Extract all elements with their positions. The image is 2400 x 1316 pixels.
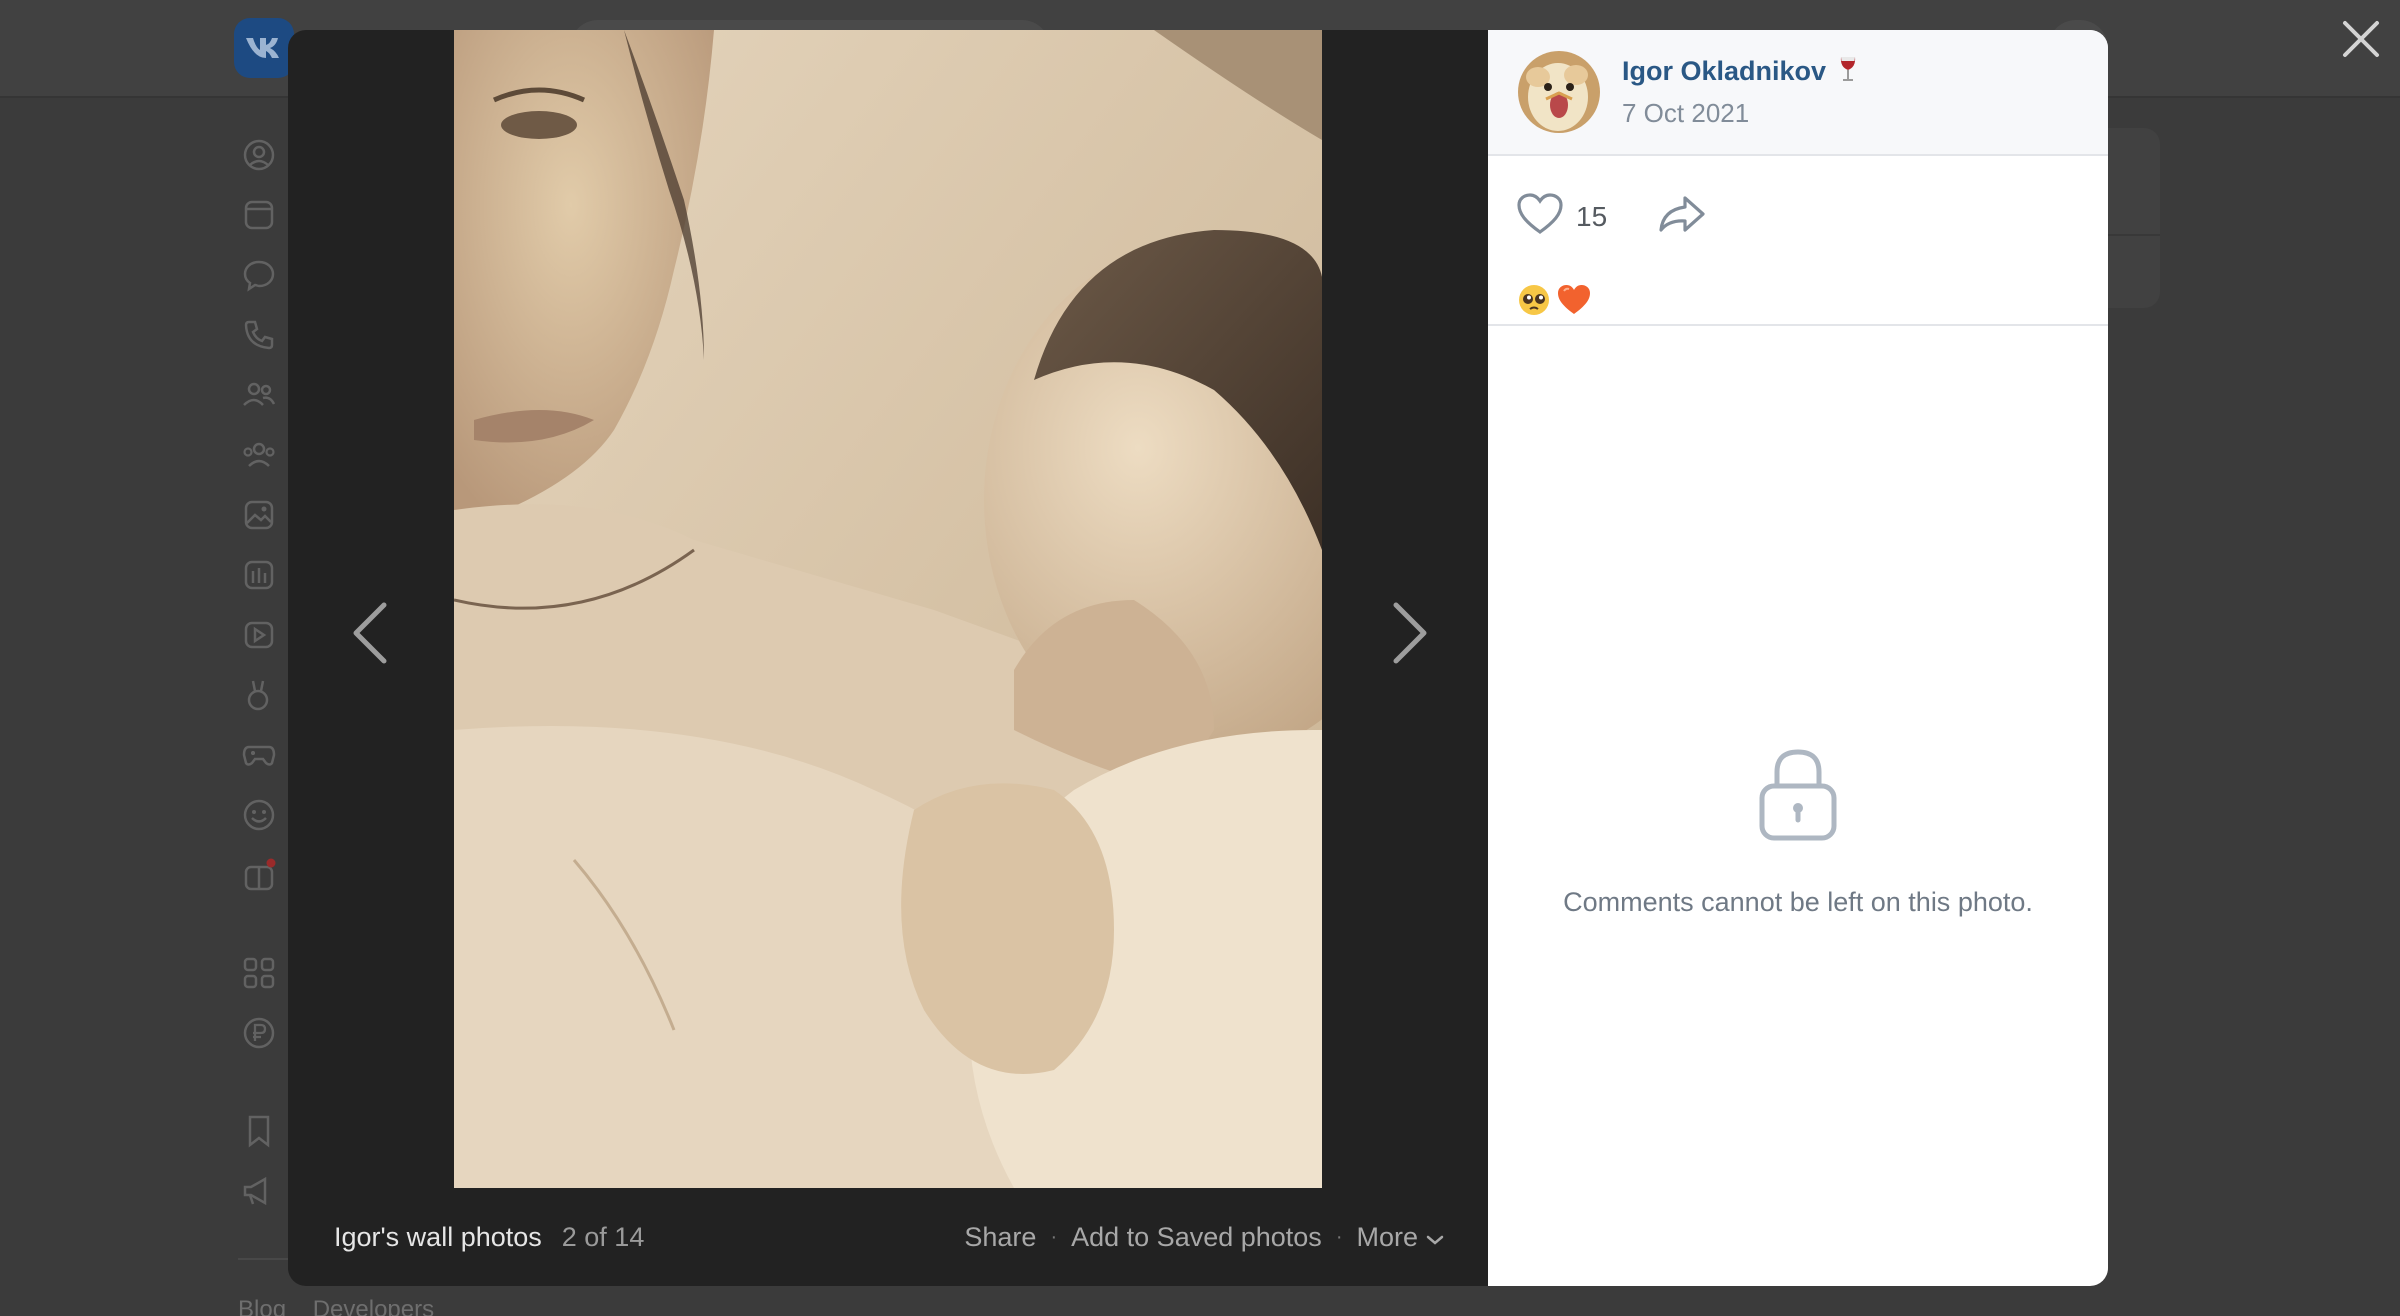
album-title[interactable]: Igor's wall photos [334,1222,542,1253]
photo-viewer: Igor's wall photos 2 of 14 Share · Add t… [288,30,1488,1286]
author-header: Igor Okladnikov 7 Oct 2021 [1488,30,2108,156]
like-button[interactable]: 15 [1516,192,1607,241]
author-info: Igor Okladnikov 7 Oct 2021 [1622,55,1858,129]
close-icon [2341,19,2381,64]
reaction-actions: 15 [1516,192,1707,241]
photos-icon[interactable] [240,496,278,534]
viewer-footer: Igor's wall photos 2 of 14 Share · Add t… [288,1188,1488,1286]
more-label: More [1356,1221,1418,1252]
author-avatar[interactable] [1518,51,1600,133]
services-icon[interactable] [240,954,278,992]
next-photo-button[interactable] [1370,590,1450,680]
share-arrow-icon [1657,194,1707,239]
lock-icon [1755,742,1841,847]
vk-logo-icon[interactable] [234,18,294,78]
share-link[interactable]: Share [964,1222,1036,1253]
share-button[interactable] [1657,194,1707,239]
stickers-icon[interactable] [240,796,278,834]
vk-pay-icon[interactable] [240,1014,278,1052]
profile-icon[interactable] [240,136,278,174]
gifts-icon[interactable] [240,856,278,894]
separator-dot: · [1335,1225,1343,1248]
bookmarks-icon[interactable] [240,1112,278,1150]
chevron-right-icon [1390,601,1430,670]
add-to-saved-link[interactable]: Add to Saved photos [1071,1222,1322,1253]
panel-divider [1488,324,2108,326]
post-date: 7 Oct 2021 [1622,98,1750,128]
ads-icon[interactable] [240,1172,278,1210]
messages-icon[interactable] [240,256,278,294]
footer-link-blog[interactable]: Blog [238,1296,286,1316]
footer-link-developers[interactable]: Developers [313,1296,434,1316]
video-icon[interactable] [240,616,278,654]
separator-dot: · [1050,1225,1058,1248]
heart-icon [1516,192,1564,241]
comments-locked-text: Comments cannot be left on this photo. [1563,887,2033,917]
reaction-summary[interactable] [1516,282,1592,318]
calls-icon[interactable] [240,316,278,354]
photo[interactable] [454,30,1322,1188]
previous-photo-button[interactable] [330,590,410,680]
chevron-left-icon [350,601,390,670]
author-name-link[interactable]: Igor Okladnikov [1622,56,1826,87]
chevron-down-icon [1426,1222,1444,1253]
news-icon[interactable] [240,196,278,234]
orange-heart-icon [1556,282,1592,318]
photo-counter: 2 of 14 [561,1221,645,1252]
comments-locked-notice: Comments cannot be left on this photo. [1488,742,2108,918]
footer-links: Blog Developers [238,1296,454,1316]
wine-glass-icon [1838,55,1858,88]
communities-icon[interactable] [240,436,278,474]
friends-icon[interactable] [240,376,278,414]
close-viewer-button[interactable] [2336,16,2386,66]
like-count: 15 [1576,200,1608,232]
more-dropdown[interactable]: More [1356,1222,1444,1253]
photo-viewer-modal: Igor's wall photos 2 of 14 Share · Add t… [288,30,2108,1286]
photo-actions: Share · Add to Saved photos · More [964,1222,1444,1253]
music-icon[interactable] [240,556,278,594]
games-icon[interactable] [240,736,278,774]
author-line: Igor Okladnikov [1622,55,1858,88]
clips-icon[interactable] [240,676,278,714]
pleading-face-icon [1516,282,1552,318]
photo-info-panel: Igor Okladnikov 7 Oct 2021 15 Comments c… [1488,30,2108,1286]
